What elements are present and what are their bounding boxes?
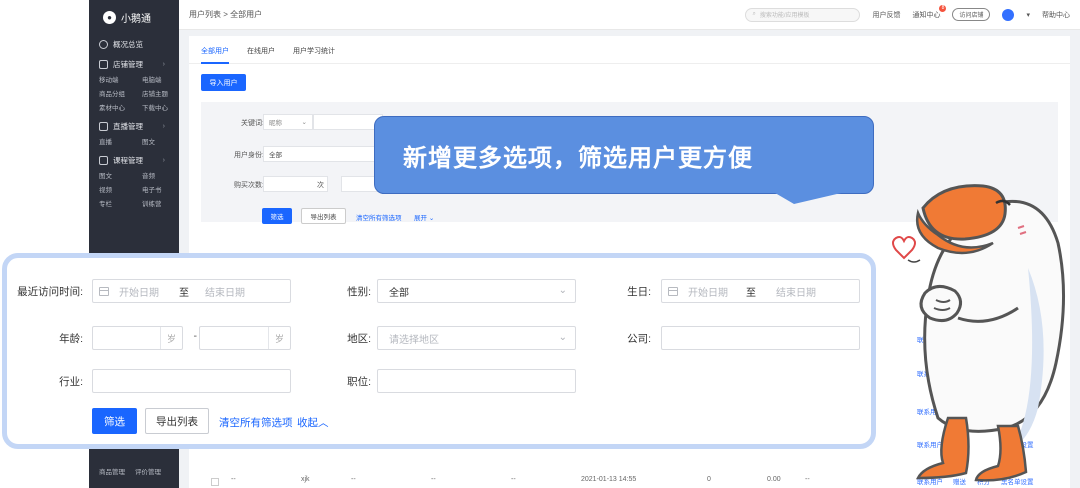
top-bar: 用户列表 > 全部用户 ⌕ 搜索功能/应用模板 用户反馈 通知中心 8 访问店铺… <box>179 0 1080 30</box>
position-input[interactable] <box>377 369 576 393</box>
book-icon <box>99 155 108 165</box>
sidebar-sub-item[interactable]: 移动端 <box>99 74 142 84</box>
sidebar-item-live[interactable]: 直播管理 › <box>89 116 179 136</box>
logo-icon: ● <box>103 10 116 24</box>
notification-badge: 8 <box>939 4 947 12</box>
chevron-right-icon: › <box>162 122 165 130</box>
sidebar-sub-item[interactable]: 直播 <box>99 136 142 146</box>
import-users-button[interactable]: 导入用户 <box>201 74 246 91</box>
purchase-count-label: 购买次数: <box>234 182 264 189</box>
company-input[interactable] <box>661 326 860 350</box>
zoomed-filter-panel: 最近访问时间: 开始日期 至 结束日期 性别: 全部 ⌄ 生日: 开始日期 至 … <box>2 253 876 449</box>
sidebar-sub-item[interactable]: 商品分组 <box>99 88 142 98</box>
help-center-link[interactable]: 帮助中心 <box>1042 10 1070 20</box>
goose-mascot-illustration <box>892 184 1065 482</box>
sidebar-bottom: 商品管理 评价管理 <box>89 466 179 476</box>
notification-link[interactable]: 通知中心 8 <box>912 4 947 20</box>
sidebar-item-store[interactable]: 店铺管理 › <box>89 54 179 74</box>
sidebar-sub-item[interactable]: 下载中心 <box>142 102 185 112</box>
chevron-down-icon: ⌄ <box>558 332 567 343</box>
bg-clear-filters-link[interactable]: 清空所有筛选项 <box>356 212 402 222</box>
logo: ● 小鹅通 <box>89 0 179 34</box>
tab-all-users[interactable]: 全部用户 <box>201 46 229 64</box>
chevron-right-icon: › <box>162 60 165 68</box>
last-visit-label: 最近访问时间: <box>17 286 83 298</box>
chevron-down-icon: ⌄ <box>558 285 567 296</box>
chevron-up-icon: ︿ <box>318 417 329 429</box>
region-label: 地区: <box>347 333 371 345</box>
keyword-type-select[interactable]: 昵称 ⌄ <box>263 114 313 130</box>
gender-select[interactable]: 全部 ⌄ <box>377 279 576 303</box>
sidebar-sub-store: 移动端 电脑端 商品分组 店铺主题 素材中心 下载中心 <box>89 74 179 112</box>
bg-expand-link[interactable]: 展开 ⌄ <box>414 212 434 222</box>
age-label: 年龄: <box>59 333 83 345</box>
sidebar-sub-item[interactable]: 音频 <box>142 170 185 180</box>
clear-filters-link[interactable]: 清空所有筛选项 <box>219 415 293 430</box>
sidebar-item-overview[interactable]: 概况总览 <box>89 34 179 54</box>
collapse-link[interactable]: 收起︿ <box>297 415 329 430</box>
sidebar-sub-item[interactable]: 素材中心 <box>99 102 142 112</box>
logo-text: 小鹅通 <box>121 13 151 25</box>
bg-filter-button[interactable]: 筛选 <box>262 208 292 224</box>
chevron-down-icon: ⌄ <box>428 215 435 222</box>
feature-callout: 新增更多选项，筛选用户更方便 <box>374 116 874 194</box>
calendar-icon <box>668 286 678 296</box>
visit-store-button[interactable]: 访问店铺 <box>952 8 991 21</box>
sidebar-sub-item[interactable]: 训练营 <box>142 198 185 208</box>
clock-icon <box>99 39 108 49</box>
identity-label: 用户身份: <box>234 152 264 159</box>
sidebar-sub-course: 图文 音频 视频 电子书 专栏 训练营 <box>89 170 179 208</box>
sidebar-sub-item[interactable]: 图文 <box>99 170 142 180</box>
sidebar-sub-item[interactable]: 视频 <box>99 184 142 194</box>
feedback-link[interactable]: 用户反馈 <box>872 10 900 20</box>
tab-bar: 全部用户 在线用户 用户学习统计 <box>189 36 1070 64</box>
purchase-unit: 次 <box>317 182 324 189</box>
last-visit-date-range[interactable]: 开始日期 至 结束日期 <box>92 279 291 303</box>
birthday-label: 生日: <box>627 286 651 298</box>
top-right: ⌕ 搜索功能/应用模板 用户反馈 通知中心 8 访问店铺 ▾ 帮助中心 <box>745 4 1070 22</box>
keyword-input[interactable] <box>313 114 383 130</box>
industry-label: 行业: <box>59 376 83 388</box>
identity-select[interactable]: 全部 <box>263 146 383 162</box>
company-label: 公司: <box>627 333 651 345</box>
sidebar-sub-item[interactable]: 电脑端 <box>142 74 185 84</box>
tab-learning-stats[interactable]: 用户学习统计 <box>293 46 335 63</box>
industry-input[interactable] <box>92 369 291 393</box>
sidebar-sub-item[interactable]: 店铺主题 <box>142 88 185 98</box>
age-min-input[interactable]: 岁 <box>92 326 183 350</box>
gender-label: 性别: <box>347 286 371 298</box>
sidebar-sub-item[interactable]: 专栏 <box>99 198 142 208</box>
export-list-button[interactable]: 导出列表 <box>145 408 209 434</box>
region-select[interactable]: 请选择地区 ⌄ <box>377 326 576 350</box>
breadcrumb: 用户列表 > 全部用户 <box>189 10 263 19</box>
camera-icon <box>99 121 108 131</box>
sidebar-item-course[interactable]: 课程管理 › <box>89 150 179 170</box>
calendar-icon <box>99 286 109 296</box>
row-checkbox[interactable] <box>211 478 219 486</box>
age-separator: - <box>193 330 198 342</box>
sidebar-sub-live: 直播 图文 <box>89 136 179 146</box>
position-label: 职位: <box>347 376 371 388</box>
age-max-input[interactable]: 岁 <box>199 326 291 350</box>
sidebar-item-reviews[interactable]: 评价管理 <box>135 466 161 476</box>
callout-text: 新增更多选项，筛选用户更方便 <box>403 144 753 172</box>
callout-tail <box>770 190 854 204</box>
filter-button[interactable]: 筛选 <box>92 408 137 434</box>
search-icon: ⌕ <box>752 11 756 17</box>
store-icon <box>99 59 108 69</box>
age-unit: 岁 <box>268 327 290 349</box>
tab-online-users[interactable]: 在线用户 <box>247 46 275 63</box>
sidebar-sub-item[interactable]: 图文 <box>142 136 185 146</box>
keyword-label: 关键词: <box>241 120 264 127</box>
birthday-date-range[interactable]: 开始日期 至 结束日期 <box>661 279 860 303</box>
sidebar-sub-item[interactable]: 电子书 <box>142 184 185 194</box>
chevron-right-icon: › <box>162 156 165 164</box>
sidebar-item-goods[interactable]: 商品管理 <box>99 466 125 476</box>
global-search-input[interactable]: ⌕ 搜索功能/应用模板 <box>745 7 861 22</box>
chevron-down-icon[interactable]: ▾ <box>1026 11 1030 19</box>
chevron-down-icon: ⌄ <box>301 119 307 126</box>
age-unit: 岁 <box>160 327 182 349</box>
bg-export-button[interactable]: 导出列表 <box>301 208 346 224</box>
avatar[interactable] <box>1002 8 1015 21</box>
